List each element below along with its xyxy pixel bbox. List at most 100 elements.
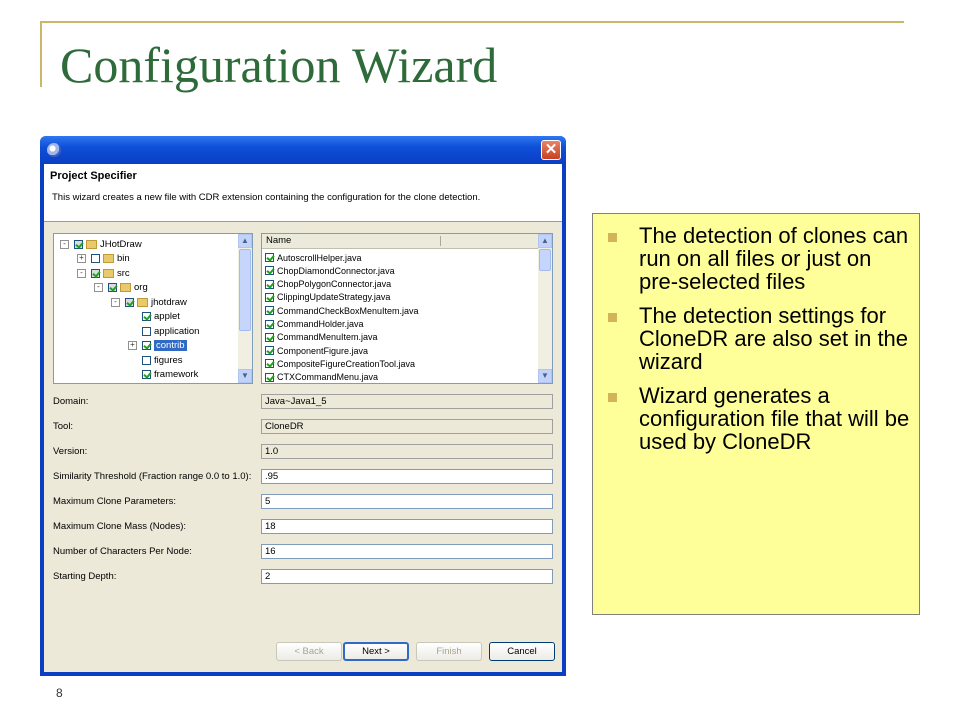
bullet-item: The detection of clones can run on all f… <box>605 224 911 293</box>
checkbox[interactable] <box>265 266 274 276</box>
checkbox[interactable] <box>265 306 274 316</box>
tree-item[interactable]: - jhotdraw <box>111 295 187 309</box>
list-scrollbar[interactable]: ▲ ▼ <box>538 234 552 383</box>
scroll-up-icon[interactable]: ▲ <box>538 234 552 248</box>
checkbox[interactable] <box>265 253 274 262</box>
tree-scrollbar[interactable]: ▲ ▼ <box>238 234 252 383</box>
finish-button[interactable]: Finish <box>416 642 482 661</box>
tree-item[interactable]: applet <box>128 310 180 324</box>
file-name: ComponentFigure.java <box>277 345 369 356</box>
close-button[interactable]: ✕ <box>541 140 561 160</box>
tree-item[interactable]: - src <box>77 266 130 280</box>
checkbox[interactable] <box>108 283 117 292</box>
checkbox[interactable] <box>142 341 151 350</box>
field-label: Similarity Threshold (Fraction range 0.0… <box>53 471 252 482</box>
tree-item-label: applet <box>154 311 180 322</box>
field-input[interactable]: 2 <box>261 569 553 584</box>
collapse-icon[interactable]: - <box>77 268 86 278</box>
file-name: ChopDiamondConnector.java <box>277 265 395 276</box>
list-item[interactable]: ChopDiamondConnector.java <box>265 264 395 277</box>
field-input[interactable]: 16 <box>261 544 553 559</box>
tree-item[interactable]: figures <box>128 353 183 367</box>
field-input[interactable]: 5 <box>261 494 553 509</box>
scroll-down-icon[interactable]: ▼ <box>538 369 552 383</box>
checkbox[interactable] <box>91 268 100 278</box>
checkbox[interactable] <box>74 239 83 249</box>
bullet-icon <box>608 313 617 322</box>
bullet-icon <box>608 233 617 242</box>
scroll-thumb[interactable] <box>239 249 251 331</box>
checkbox[interactable] <box>91 254 100 263</box>
back-button[interactable]: < Back <box>276 642 342 661</box>
field-label: Tool: <box>53 421 74 432</box>
expand-icon[interactable]: + <box>128 341 137 350</box>
next-button[interactable]: Next > <box>343 642 409 661</box>
folder-icon <box>103 268 114 278</box>
scroll-thumb[interactable] <box>539 249 551 271</box>
tree-item[interactable]: + bin <box>77 252 130 266</box>
tree-item[interactable]: images <box>128 382 185 383</box>
checkbox[interactable] <box>265 372 274 382</box>
checkbox[interactable] <box>265 279 274 289</box>
bullet-text: The detection of clones can run on all f… <box>639 223 909 294</box>
name-column-header[interactable]: Name <box>266 234 291 248</box>
bullet-list: The detection of clones can run on all f… <box>605 224 911 464</box>
checkbox[interactable] <box>142 312 151 321</box>
list-item[interactable]: CTXCommandMenu.java <box>265 371 379 383</box>
slide-title: Configuration Wizard <box>60 37 498 93</box>
bullet-item: The detection settings for CloneDR are a… <box>605 304 911 373</box>
tree-item-label: framework <box>154 369 199 380</box>
expand-icon[interactable]: + <box>77 254 86 263</box>
tree-item[interactable]: + contrib <box>128 339 187 353</box>
list-item[interactable]: ChopPolygonConnector.java <box>265 278 391 291</box>
collapse-icon[interactable]: - <box>60 239 69 249</box>
file-name: AutoscrollHelper.java <box>277 252 362 263</box>
column-separator[interactable] <box>440 236 441 246</box>
file-list[interactable]: Name AutoscrollHelper.java ChopDiamondCon… <box>261 233 553 384</box>
list-item[interactable]: CompositeFigureCreationTool.java <box>265 357 415 370</box>
scroll-down-icon[interactable]: ▼ <box>238 369 252 383</box>
collapse-icon[interactable]: - <box>111 297 120 307</box>
list-item[interactable]: ComponentFigure.java <box>265 344 368 357</box>
checkbox[interactable] <box>265 346 274 356</box>
checkbox[interactable] <box>142 355 151 365</box>
tree-item-label: contrib <box>154 340 187 351</box>
wizard-dialog: ✕ Project Specifier This wizard creates … <box>40 136 566 676</box>
tree-item[interactable]: application <box>128 324 199 338</box>
field-input[interactable]: 18 <box>261 519 553 534</box>
tree-item[interactable]: - org <box>94 281 148 295</box>
top-rule <box>40 21 904 23</box>
cancel-button[interactable]: Cancel <box>489 642 555 661</box>
tree-item-label: org <box>134 282 148 293</box>
tree-item-label: figures <box>154 354 183 366</box>
list-item[interactable]: AutoscrollHelper.java <box>265 251 362 264</box>
scroll-up-icon[interactable]: ▲ <box>238 234 252 248</box>
checkbox[interactable] <box>142 326 151 336</box>
collapse-icon[interactable]: - <box>94 283 103 292</box>
field-label: Version: <box>53 446 88 457</box>
checkbox[interactable] <box>265 332 274 342</box>
tree-item[interactable]: framework <box>128 368 198 382</box>
checkbox[interactable] <box>142 370 151 379</box>
project-tree[interactable]: - JHotDraw + bin - src - org - jhotdraw applet appl… <box>53 233 253 384</box>
checkbox[interactable] <box>265 292 274 302</box>
info-callout: The detection of clones can run on all f… <box>592 213 920 615</box>
field-input[interactable]: .95 <box>261 469 553 484</box>
checkbox[interactable] <box>125 297 134 307</box>
file-name: CTXCommandMenu.java <box>277 372 379 383</box>
list-item[interactable]: ClippingUpdateStrategy.java <box>265 291 390 304</box>
checkbox[interactable] <box>265 319 274 329</box>
wizard-page-description: This wizard creates a new file with CDR … <box>52 192 481 203</box>
wizard-header: Project Specifier This wizard creates a … <box>44 164 562 222</box>
dialog-titlebar[interactable]: ✕ <box>40 136 566 164</box>
file-name: ChopPolygonConnector.java <box>277 279 392 290</box>
field-label: Maximum Clone Parameters: <box>53 496 177 507</box>
list-item[interactable]: CommandCheckBoxMenuItem.java <box>265 304 419 317</box>
list-item[interactable]: CommandMenuItem.java <box>265 331 378 344</box>
field-label: Domain: <box>53 396 89 407</box>
checkbox[interactable] <box>265 359 274 369</box>
list-header[interactable]: Name <box>262 234 540 249</box>
bullet-text: The detection settings for CloneDR are a… <box>639 303 909 374</box>
list-item[interactable]: CommandHolder.java <box>265 318 364 331</box>
tree-item[interactable]: - JHotDraw <box>60 237 142 251</box>
